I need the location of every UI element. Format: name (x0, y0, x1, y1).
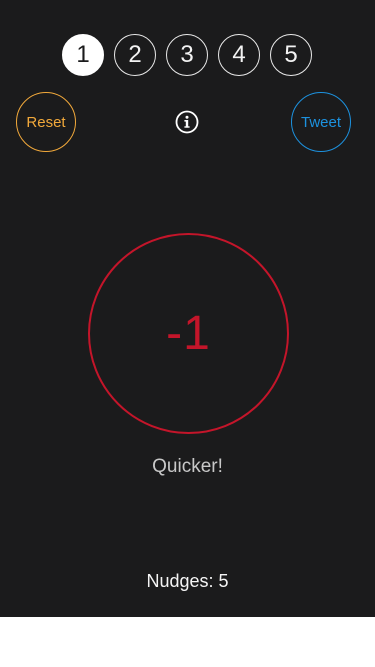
nudges-count: Nudges: 5 (146, 571, 229, 591)
game-screen: 1 2 3 4 5 Reset Tweet -1 Quicker! Nudges… (0, 0, 375, 617)
level-button-1[interactable]: 1 (62, 34, 104, 76)
level-button-2[interactable]: 2 (114, 34, 156, 76)
feedback-text: Quicker! (152, 456, 223, 477)
level-button-5[interactable]: 5 (270, 34, 312, 76)
counter-ring[interactable]: -1 (88, 233, 289, 434)
level-selector: 1 2 3 4 5 (0, 34, 375, 78)
level-button-4[interactable]: 4 (218, 34, 260, 76)
info-icon[interactable] (175, 110, 199, 134)
tweet-button[interactable]: Tweet (291, 92, 351, 152)
reset-button[interactable]: Reset (16, 92, 76, 152)
level-button-3[interactable]: 3 (166, 34, 208, 76)
counter-value: -1 (166, 307, 211, 360)
